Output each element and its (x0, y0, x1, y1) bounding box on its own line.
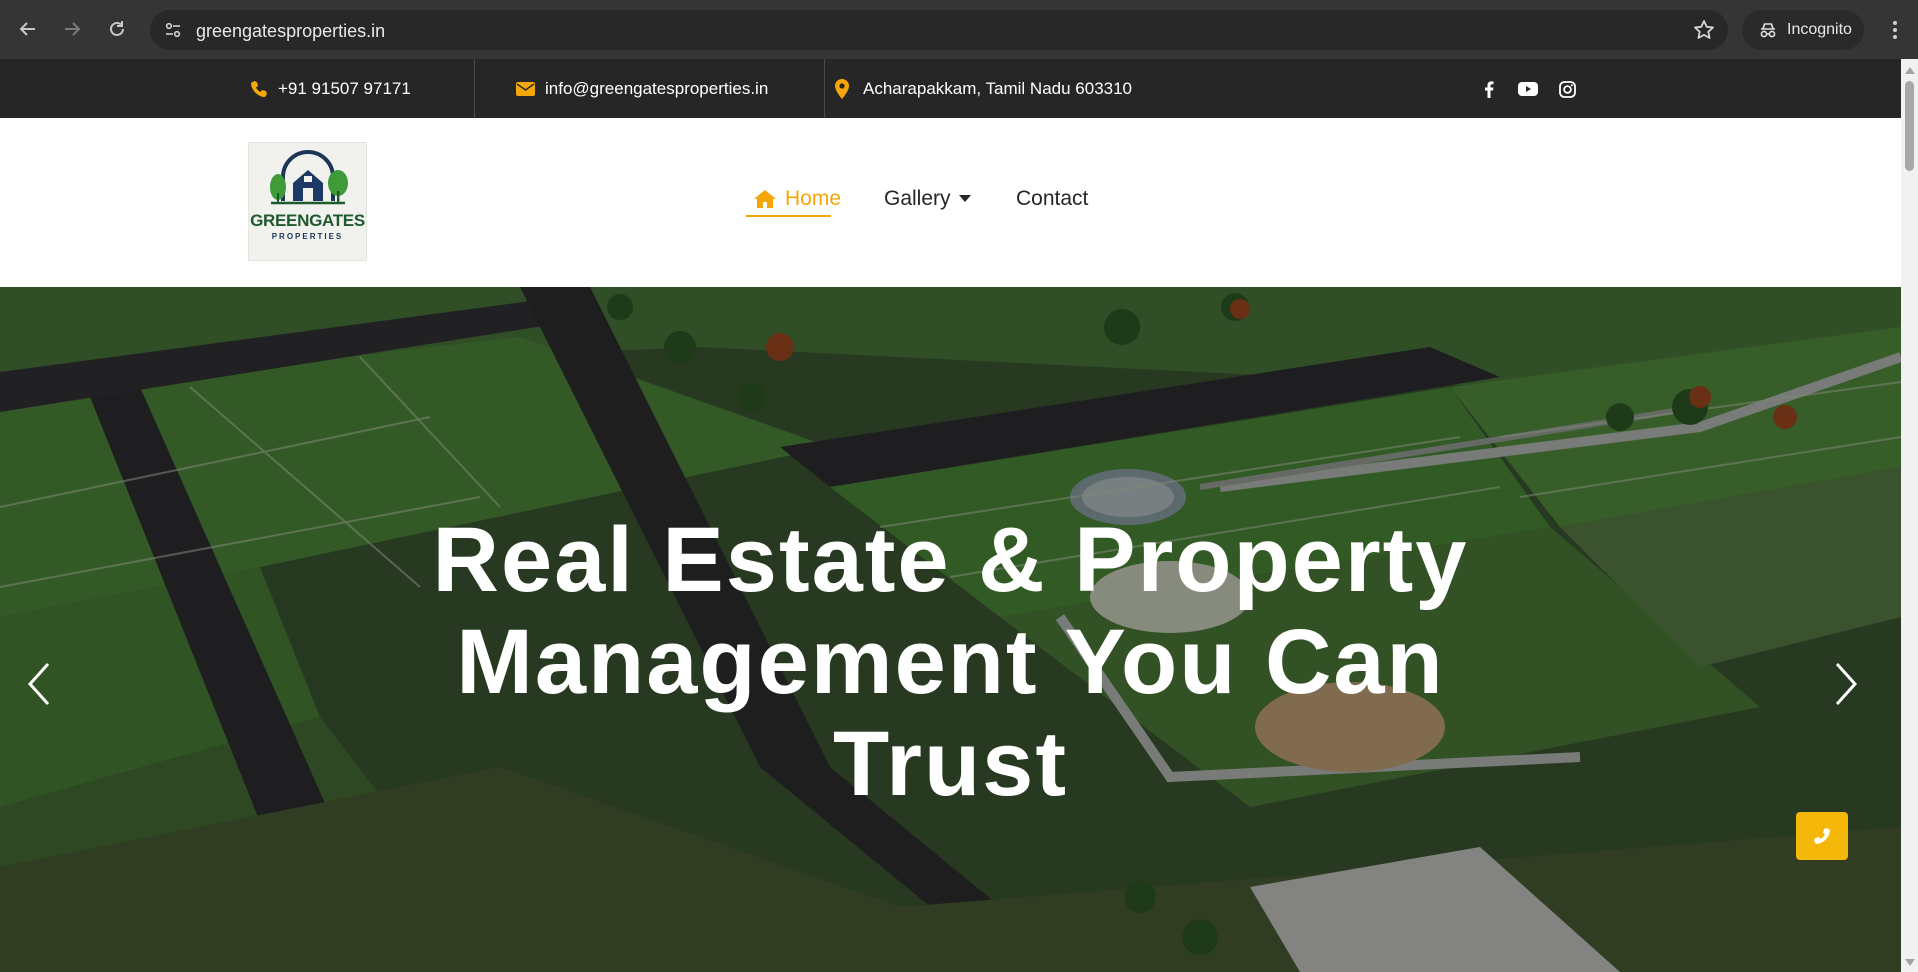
caret-down-icon (958, 195, 971, 202)
forward-arrow-icon (65, 22, 81, 36)
incognito-label: Incognito (1787, 21, 1852, 38)
site-logo[interactable]: GREENGATES PROPERTIES (248, 142, 367, 261)
scroll-up-arrow[interactable] (1905, 67, 1915, 74)
logo-subtitle: PROPERTIES (271, 232, 344, 241)
scroll-down-arrow[interactable] (1905, 959, 1915, 966)
hero-title-line: Real Estate & Property (432, 509, 1469, 611)
page-viewport: +91 91507 97171 info@greengatespropertie… (0, 59, 1901, 972)
facebook-icon (1485, 80, 1494, 98)
incognito-badge[interactable]: Incognito (1742, 10, 1864, 50)
back-button[interactable] (10, 11, 46, 47)
hero-title-line: Management You Can (456, 611, 1445, 713)
chevron-left-icon (27, 662, 50, 706)
nav-gallery[interactable]: Gallery (884, 184, 971, 214)
email-text[interactable]: info@greengatesproperties.in (545, 79, 768, 99)
instagram-icon (1558, 80, 1576, 98)
phone-contact[interactable]: +91 91507 97171 (250, 59, 411, 118)
nav-home[interactable]: Home (753, 184, 841, 214)
site-settings-icon (165, 22, 181, 38)
slider-next-button[interactable] (1825, 659, 1865, 709)
kebab-menu-icon (1893, 21, 1897, 39)
nav-active-underline (746, 215, 831, 217)
slider-prev-button[interactable] (20, 659, 60, 709)
divider (824, 59, 825, 118)
incognito-icon (1760, 23, 1776, 38)
reload-button[interactable] (99, 11, 135, 47)
site-header: GREENGATES PROPERTIES Home Gallery Conta… (0, 118, 1901, 287)
phone-icon (251, 80, 267, 97)
phone-text[interactable]: +91 91507 97171 (278, 79, 411, 99)
forward-button[interactable] (54, 11, 90, 47)
nav-gallery-label[interactable]: Gallery (884, 187, 951, 211)
browser-menu-button[interactable] (1880, 14, 1910, 46)
phone-icon (1814, 828, 1830, 844)
top-info-bar: +91 91507 97171 info@greengatespropertie… (0, 59, 1901, 118)
hero-title: Real Estate & Property Management You Ca… (300, 509, 1601, 815)
instagram-link[interactable] (1557, 79, 1577, 99)
youtube-icon (1518, 82, 1538, 96)
call-now-button[interactable] (1796, 812, 1848, 860)
back-arrow-icon (19, 22, 35, 36)
url-text[interactable]: greengatesproperties.in (196, 21, 385, 42)
home-icon (754, 190, 776, 208)
address-text: Acharapakkam, Tamil Nadu 603310 (863, 78, 1133, 98)
site-settings-button[interactable] (158, 15, 188, 45)
hero-slider: Real Estate & Property Management You Ca… (0, 287, 1901, 972)
browser-toolbar: greengatesproperties.in Incognito (0, 0, 1918, 59)
logo-wordmark: GREENGATES (250, 211, 365, 230)
divider (474, 59, 475, 118)
address-contact: Acharapakkam, Tamil Nadu 603310 (835, 59, 1132, 118)
reload-icon (110, 21, 124, 36)
star-icon[interactable] (1692, 18, 1716, 42)
map-pin-icon (835, 78, 849, 99)
logo-house-tree-icon (269, 150, 348, 205)
nav-home-label[interactable]: Home (785, 187, 841, 211)
scroll-thumb[interactable] (1905, 81, 1914, 171)
youtube-link[interactable] (1517, 79, 1539, 99)
facebook-link[interactable] (1479, 79, 1499, 99)
chevron-right-icon (1835, 662, 1858, 706)
page-scrollbar[interactable] (1901, 59, 1918, 972)
nav-contact[interactable]: Contact (1016, 184, 1088, 214)
envelope-icon (516, 81, 535, 96)
address-bar[interactable]: greengatesproperties.in (150, 10, 1728, 50)
email-contact[interactable]: info@greengatesproperties.in (516, 59, 768, 118)
hero-title-line: Trust (833, 713, 1068, 815)
nav-contact-label[interactable]: Contact (1016, 187, 1088, 211)
